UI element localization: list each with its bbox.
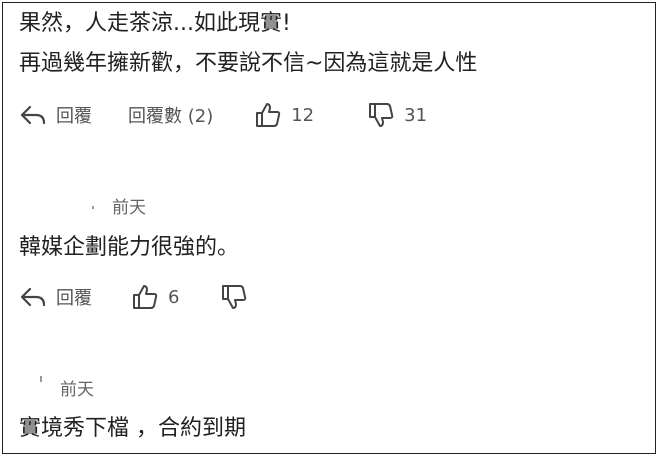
like-count: 12	[291, 104, 315, 126]
comment-1-line-1: 果然，人走茶涼...如此現實!	[19, 11, 291, 36]
reply-label: 回覆	[56, 288, 92, 309]
comment-3-text: 實境秀下檔 ，合約到期	[19, 416, 246, 441]
reply-button[interactable]: 回覆	[18, 282, 92, 312]
dislike-button[interactable]: 31	[366, 100, 427, 130]
thumbs-down-icon	[369, 103, 394, 127]
like-count: 6	[168, 286, 180, 308]
dislike-count: 31	[404, 104, 428, 126]
thumbs-up-icon	[256, 103, 281, 127]
username-placeholder	[40, 376, 42, 382]
comment-2-time: 前天	[112, 198, 146, 218]
thumbs-down-icon	[222, 285, 247, 309]
reply-icon	[20, 105, 46, 125]
comment-1-line-2: 再過幾年擁新歡，不要說不信~因為這就是人性	[19, 51, 478, 76]
comment-2-actions: 回覆 6	[18, 280, 293, 314]
comment-1-actions: 回覆 回覆數 (2) 12 31	[18, 98, 463, 132]
thumbs-up-icon	[133, 285, 158, 309]
comment-2-text: 韓媒企劃能力很強的。	[19, 235, 240, 260]
username-placeholder	[92, 206, 94, 209]
reply-label: 回覆	[56, 106, 92, 127]
dislike-button[interactable]	[219, 282, 257, 312]
reply-count-button[interactable]: 回覆數 (2)	[128, 102, 213, 128]
like-button[interactable]: 6	[130, 282, 179, 312]
reply-button[interactable]: 回覆	[18, 100, 92, 130]
reply-count-label: 回覆數 (2)	[128, 106, 214, 127]
comment-3-time: 前天	[60, 380, 94, 400]
reply-icon	[20, 287, 46, 307]
like-button[interactable]: 12	[253, 100, 314, 130]
